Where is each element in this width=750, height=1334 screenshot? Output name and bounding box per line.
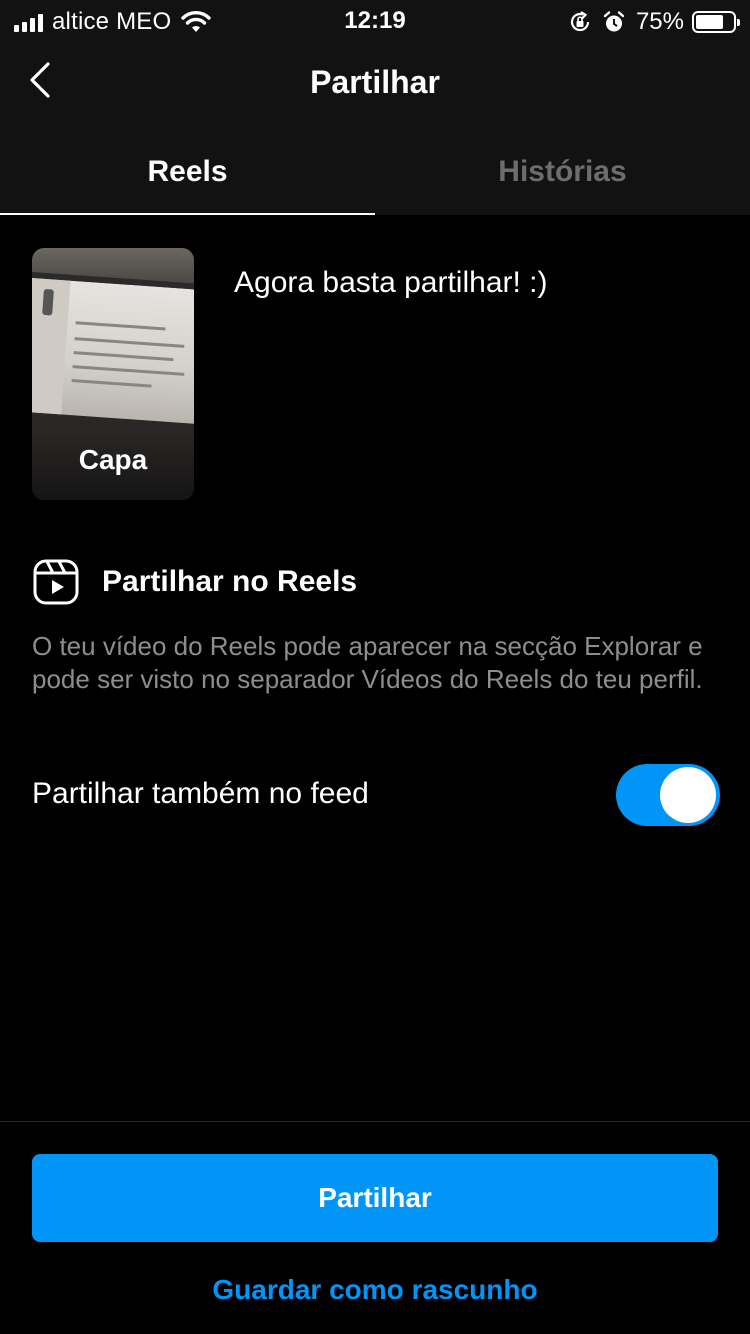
cover-thumbnail[interactable]: Capa — [32, 248, 194, 500]
share-reels-heading: Partilhar no Reels — [32, 558, 357, 606]
share-feed-toggle[interactable] — [616, 764, 720, 826]
battery-icon — [692, 11, 740, 33]
reels-icon — [33, 559, 79, 605]
share-reels-description: O teu vídeo do Reels pode aparecer na se… — [32, 631, 703, 694]
caption-text[interactable]: Agora basta partilhar! :) — [234, 266, 548, 300]
cover-image — [32, 271, 194, 425]
share-feed-label: Partilhar também no feed — [32, 777, 369, 810]
page-title: Partilhar — [310, 64, 440, 100]
nav-bar: Partilhar — [0, 40, 750, 128]
share-button[interactable]: Partilhar — [32, 1154, 718, 1242]
save-draft-button[interactable]: Guardar como rascunho — [0, 1274, 750, 1306]
tab-bar: Reels Histórias — [0, 128, 750, 215]
share-reels-title: Partilhar no Reels — [102, 565, 358, 598]
battery-percent: 75% — [635, 8, 684, 35]
share-feed-row: Partilhar também no feed — [32, 764, 720, 826]
alarm-icon — [603, 11, 625, 32]
orientation-lock-icon — [570, 11, 590, 32]
status-right: 75% — [558, 8, 740, 36]
status-bar: altice MEO 12:19 75% — [0, 0, 750, 40]
toggle-knob — [660, 767, 716, 823]
cover-label: Capa — [78, 444, 148, 475]
battery-fill — [696, 15, 723, 29]
tab-reels[interactable]: Reels — [0, 128, 375, 215]
share-screen: altice MEO 12:19 75% Partilhar Reels His… — [0, 0, 750, 1334]
tab-historias[interactable]: Histórias — [375, 128, 750, 215]
divider — [0, 1121, 750, 1122]
